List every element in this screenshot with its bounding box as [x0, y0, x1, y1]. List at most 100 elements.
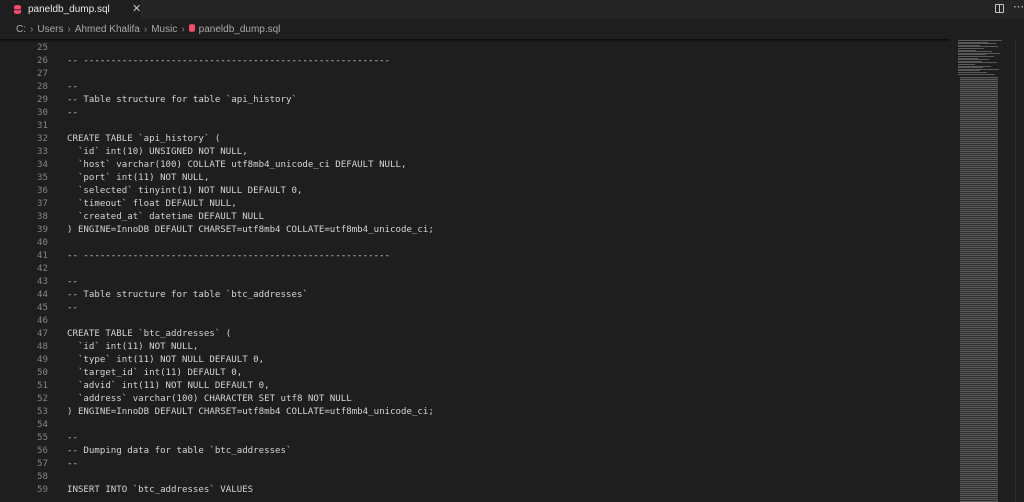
line-number: 44	[37, 290, 48, 300]
breadcrumb-item-music[interactable]: Music	[151, 24, 177, 35]
line-number: 29	[37, 95, 48, 105]
split-editor-icon[interactable]	[995, 4, 1004, 13]
code-line[interactable]: 57 --	[0, 458, 950, 471]
code-line[interactable]: 36 `selected` tinyint(1) NOT NULL DEFAUL…	[0, 185, 950, 198]
code-line[interactable]: 51 `advid` int(11) NOT NULL DEFAULT 0,	[0, 380, 950, 393]
line-number: 51	[37, 381, 48, 391]
line-number: 36	[37, 186, 48, 196]
code-line[interactable]: 25	[0, 42, 950, 55]
code-line[interactable]: 40	[0, 237, 950, 250]
line-number: 34	[37, 160, 48, 170]
breadcrumb-item-drive[interactable]: C:	[16, 24, 26, 35]
code-line[interactable]: 45 --	[0, 302, 950, 315]
code-line[interactable]: 46	[0, 315, 950, 328]
code-line[interactable]: 34 `host` varchar(100) COLLATE utf8mb4_u…	[0, 159, 950, 172]
editor-scroll-shadow	[0, 39, 950, 42]
code-line[interactable]: 49 `type` int(11) NOT NULL DEFAULT 0,	[0, 354, 950, 367]
code-line[interactable]: 26 -- -----------------------------------…	[0, 55, 950, 68]
breadcrumb: C: › Users › Ahmed Khalifa › Music › pan…	[0, 19, 1024, 39]
code-line[interactable]: 30 --	[0, 107, 950, 120]
line-number: 32	[37, 134, 48, 144]
code-editor[interactable]: 25 26 -- ---------------------------------…	[0, 39, 950, 502]
line-code: `target_id` int(11) DEFAULT 0,	[67, 368, 243, 378]
line-code: -- Table structure for table `btc_addres…	[67, 290, 308, 300]
line-code: --	[67, 459, 78, 469]
code-line[interactable]: 54	[0, 419, 950, 432]
code-line[interactable]: 38 `created_at` datetime DEFAULT NULL	[0, 211, 950, 224]
code-line[interactable]: 50 `target_id` int(11) DEFAULT 0,	[0, 367, 950, 380]
code-line[interactable]: 59 INSERT INTO `btc_addresses` VALUES	[0, 484, 950, 497]
code-line[interactable]: 32 CREATE TABLE `api_history` (	[0, 133, 950, 146]
line-number: 38	[37, 212, 48, 222]
line-number: 43	[37, 277, 48, 287]
code-line[interactable]: 33 `id` int(10) UNSIGNED NOT NULL,	[0, 146, 950, 159]
line-number: 47	[37, 329, 48, 339]
code-line[interactable]: 52 `address` varchar(100) CHARACTER SET …	[0, 393, 950, 406]
line-code: `id` int(10) UNSIGNED NOT NULL,	[67, 147, 248, 157]
vertical-scrollbar[interactable]	[1015, 39, 1024, 502]
breadcrumb-item-file[interactable]: paneldb_dump.sql	[199, 24, 281, 35]
code-line[interactable]: 39 ) ENGINE=InnoDB DEFAULT CHARSET=utf8mb…	[0, 224, 950, 237]
code-line[interactable]: 35 `port` int(11) NOT NULL,	[0, 172, 950, 185]
minimap-line	[958, 73, 995, 75]
line-code: `id` int(11) NOT NULL,	[67, 342, 199, 352]
line-number: 25	[37, 43, 48, 53]
line-number: 49	[37, 355, 48, 365]
code-line[interactable]: 43 --	[0, 276, 950, 289]
line-number: 45	[37, 303, 48, 313]
line-number: 27	[37, 69, 48, 79]
line-code: ) ENGINE=InnoDB DEFAULT CHARSET=utf8mb4 …	[67, 225, 434, 235]
line-code: -- -------------------------------------…	[67, 251, 391, 261]
line-code: CREATE TABLE `btc_addresses` (	[67, 329, 232, 339]
line-code: CREATE TABLE `api_history` (	[67, 134, 221, 144]
line-number: 37	[37, 199, 48, 209]
code-line[interactable]: 42	[0, 263, 950, 276]
line-code: --	[67, 82, 78, 92]
line-number: 28	[37, 82, 48, 92]
breadcrumb-item-user[interactable]: Ahmed Khalifa	[75, 24, 140, 35]
code-line[interactable]: 37 `timeout` float DEFAULT NULL,	[0, 198, 950, 211]
code-line[interactable]: 41 -- -----------------------------------…	[0, 250, 950, 263]
code-line[interactable]: 47 CREATE TABLE `btc_addresses` (	[0, 328, 950, 341]
chevron-right-icon: ›	[67, 23, 71, 35]
line-code: `port` int(11) NOT NULL,	[67, 173, 210, 183]
line-code: `type` int(11) NOT NULL DEFAULT 0,	[67, 355, 265, 365]
code-line[interactable]: 27	[0, 68, 950, 81]
line-code: `host` varchar(100) COLLATE utf8mb4_unic…	[67, 160, 407, 170]
chevron-right-icon: ›	[30, 23, 34, 35]
line-number: 55	[37, 433, 48, 443]
more-actions-icon[interactable]: ⋯	[1013, 1, 1024, 13]
code-line[interactable]: 56 -- Dumping data for table `btc_address…	[0, 445, 950, 458]
chevron-right-icon: ›	[181, 23, 185, 35]
line-number: 54	[37, 420, 48, 430]
code-line[interactable]: 55 --	[0, 432, 950, 445]
tab-paneldb-dump[interactable]: paneldb_dump.sql ✕	[0, 0, 141, 19]
minimap[interactable]	[958, 39, 1014, 502]
line-number: 31	[37, 121, 48, 131]
line-number: 42	[37, 264, 48, 274]
line-code: `advid` int(11) NOT NULL DEFAULT 0,	[67, 381, 270, 391]
line-number: 57	[37, 459, 48, 469]
line-number: 40	[37, 238, 48, 248]
close-icon[interactable]: ✕	[132, 3, 141, 15]
code-line[interactable]: 44 -- Table structure for table `btc_addr…	[0, 289, 950, 302]
line-number: 52	[37, 394, 48, 404]
line-code: --	[67, 303, 78, 313]
code-line[interactable]: 48 `id` int(11) NOT NULL,	[0, 341, 950, 354]
code-line[interactable]: 28 --	[0, 81, 950, 94]
line-code: -- Table structure for table `api_histor…	[67, 95, 297, 105]
line-code: -- Dumping data for table `btc_addresses…	[67, 446, 292, 456]
line-number: 59	[37, 485, 48, 495]
tab-bar: paneldb_dump.sql ✕ ⋯	[0, 0, 1024, 19]
line-number: 30	[37, 108, 48, 118]
database-icon	[14, 5, 21, 14]
breadcrumb-item-users[interactable]: Users	[37, 24, 63, 35]
code-line[interactable]: 53) ENGINE=InnoDB DEFAULT CHARSET=utf8mb…	[0, 406, 950, 419]
line-code: --	[67, 433, 78, 443]
code-line[interactable]: 29 -- Table structure for table `api_hist…	[0, 94, 950, 107]
line-code: --	[67, 277, 78, 287]
line-number: 48	[37, 342, 48, 352]
code-line[interactable]: 58	[0, 471, 950, 484]
code-line[interactable]: 31	[0, 120, 950, 133]
line-number: 39	[37, 225, 48, 235]
